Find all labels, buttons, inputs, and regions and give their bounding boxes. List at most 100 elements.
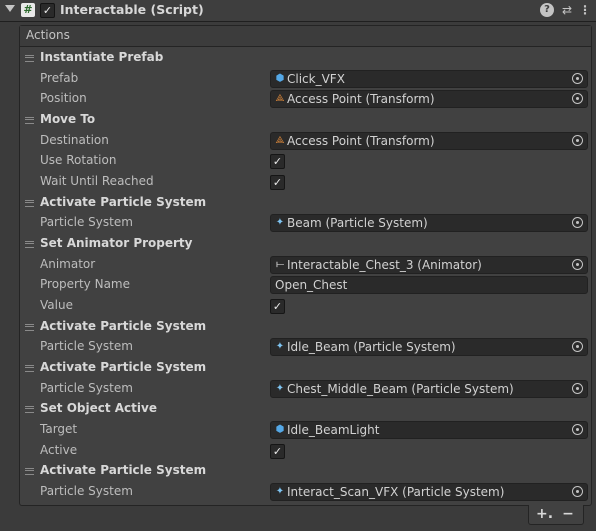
drag-handle-icon[interactable]: [25, 241, 34, 249]
prefab-icon: ⬢: [275, 72, 285, 84]
property-row: Value ✓: [0, 296, 596, 316]
context-menu-icon[interactable]: ⋮: [578, 3, 592, 17]
text-input-value: Open_Chest: [275, 278, 348, 293]
property-row: Target ⬢ Idle_BeamLight: [0, 420, 596, 440]
property-row: Particle System ✦ Beam (Particle System): [0, 213, 596, 233]
object-field[interactable]: ✦ Beam (Particle System): [270, 214, 588, 233]
object-picker-icon[interactable]: [572, 134, 583, 146]
object-field[interactable]: ⬢ Idle_BeamLight: [270, 421, 588, 440]
animator-icon: ⟝: [275, 258, 285, 270]
object-field[interactable]: ✦ Chest_Middle_Beam (Particle System): [270, 379, 588, 398]
action-title: Set Object Active: [40, 401, 157, 416]
property-label: Particle System: [40, 339, 133, 354]
property-label: Target: [40, 422, 78, 437]
checkbox[interactable]: ✓: [270, 299, 285, 315]
object-field-value: Beam (Particle System): [287, 216, 428, 231]
action-title: Activate Particle System: [40, 360, 207, 375]
drag-handle-icon[interactable]: [25, 199, 34, 207]
property-label: Destination: [40, 132, 109, 147]
action-header-row[interactable]: Activate Particle System: [0, 358, 596, 378]
property-label: Active: [40, 442, 78, 457]
drag-handle-icon[interactable]: [25, 406, 34, 414]
property-row: Wait Until Reached ✓: [0, 172, 596, 192]
property-label: Prefab: [40, 70, 79, 85]
object-picker-icon[interactable]: [572, 72, 583, 84]
component-title: Interactable (Script): [60, 2, 204, 17]
object-field-value: Access Point (Transform): [287, 133, 435, 148]
object-field[interactable]: ⟝ Interactable_Chest_3 (Animator): [270, 255, 588, 274]
help-icon[interactable]: ?: [540, 3, 554, 17]
object-field[interactable]: ✦ Interact_Scan_VFX (Particle System): [270, 483, 588, 502]
object-picker-icon[interactable]: [572, 486, 583, 498]
property-label: Wait Until Reached: [40, 174, 154, 189]
object-picker-icon[interactable]: [572, 341, 583, 353]
object-picker-icon[interactable]: [572, 93, 583, 105]
action-header-row[interactable]: Activate Particle System: [0, 317, 596, 337]
object-field[interactable]: ✦ Idle_Beam (Particle System): [270, 338, 588, 357]
property-label: Animator: [40, 256, 96, 271]
action-title: Move To: [40, 112, 96, 126]
object-field-value: Idle_BeamLight: [287, 423, 380, 438]
property-label: Particle System: [40, 215, 133, 230]
property-row: Use Rotation ✓: [0, 151, 596, 171]
property-row: Destination ⟁ Access Point (Transform): [0, 131, 596, 151]
property-row: Property Name Open_Chest: [0, 275, 596, 295]
component-header[interactable]: # ✓ Interactable (Script) ? ⇄ ⋮: [0, 0, 596, 22]
checkbox[interactable]: ✓: [270, 175, 285, 191]
property-row: Particle System ✦ Chest_Middle_Beam (Parti…: [0, 379, 596, 399]
add-action-button[interactable]: +.: [536, 506, 553, 522]
action-header-row[interactable]: Activate Particle System: [0, 461, 596, 481]
transform-icon: ⟁: [275, 93, 285, 105]
action-title: Instantiate Prefab: [40, 50, 164, 64]
transform-icon: ⟁: [275, 134, 285, 146]
property-row: Position ⟁ Access Point (Transform): [0, 89, 596, 109]
object-field[interactable]: ⟁ Access Point (Transform): [270, 90, 588, 109]
component-enabled-checkbox[interactable]: ✓: [40, 3, 55, 18]
particle-system-icon: ✦: [275, 382, 285, 394]
object-picker-icon[interactable]: [572, 258, 583, 270]
drag-handle-icon[interactable]: [25, 55, 34, 62]
drag-handle-icon[interactable]: [25, 323, 34, 331]
presets-icon[interactable]: ⇄: [560, 3, 574, 17]
property-row: Active ✓: [0, 441, 596, 461]
object-field-value: Interact_Scan_VFX (Particle System): [287, 485, 505, 500]
drag-handle-icon[interactable]: [25, 117, 34, 124]
object-field[interactable]: ⟁ Access Point (Transform): [270, 131, 588, 150]
object-field-value: Access Point (Transform): [287, 92, 435, 107]
property-row: Animator ⟝ Interactable_Chest_3 (Animator): [0, 255, 596, 275]
action-header-row[interactable]: Activate Particle System: [0, 193, 596, 213]
property-label: Particle System: [40, 484, 133, 499]
property-label: Value: [40, 298, 73, 313]
property-label: Particle System: [40, 380, 133, 395]
object-picker-icon[interactable]: [572, 382, 583, 394]
text-input[interactable]: Open_Chest: [270, 276, 588, 295]
property-label: Property Name: [40, 277, 130, 292]
object-picker-icon[interactable]: [572, 424, 583, 436]
object-field-value: Idle_Beam (Particle System): [287, 340, 456, 355]
particle-system-icon: ✦: [275, 217, 285, 229]
checkbox[interactable]: ✓: [270, 154, 285, 170]
remove-action-button[interactable]: −: [560, 506, 576, 522]
action-title: Set Animator Property: [40, 236, 193, 251]
action-header-row[interactable]: Set Animator Property: [0, 234, 596, 254]
object-picker-icon[interactable]: [572, 217, 583, 229]
action-title: Activate Particle System: [40, 318, 207, 333]
property-label: Position: [40, 91, 87, 106]
property-row: Prefab ⬢ Click_VFX: [0, 69, 596, 89]
particle-system-icon: ✦: [275, 486, 285, 498]
property-row: Particle System ✦ Interact_Scan_VFX (Parti…: [0, 482, 596, 502]
prefab-icon: ⬢: [275, 424, 285, 436]
action-header-row[interactable]: Move To: [0, 110, 596, 130]
object-field-value: Click_VFX: [287, 71, 345, 86]
object-field[interactable]: ⬢ Click_VFX: [270, 69, 588, 88]
drag-handle-icon[interactable]: [25, 468, 34, 476]
actions-list-label: Actions: [26, 28, 70, 42]
foldout-arrow-icon[interactable]: [5, 5, 15, 12]
particle-system-icon: ✦: [275, 341, 285, 353]
checkbox[interactable]: ✓: [270, 443, 285, 459]
drag-handle-icon[interactable]: [25, 365, 34, 373]
action-header-row[interactable]: Instantiate Prefab: [0, 48, 596, 68]
action-title: Activate Particle System: [40, 463, 207, 478]
action-header-row[interactable]: Set Object Active: [0, 399, 596, 419]
property-label: Use Rotation: [40, 153, 117, 168]
